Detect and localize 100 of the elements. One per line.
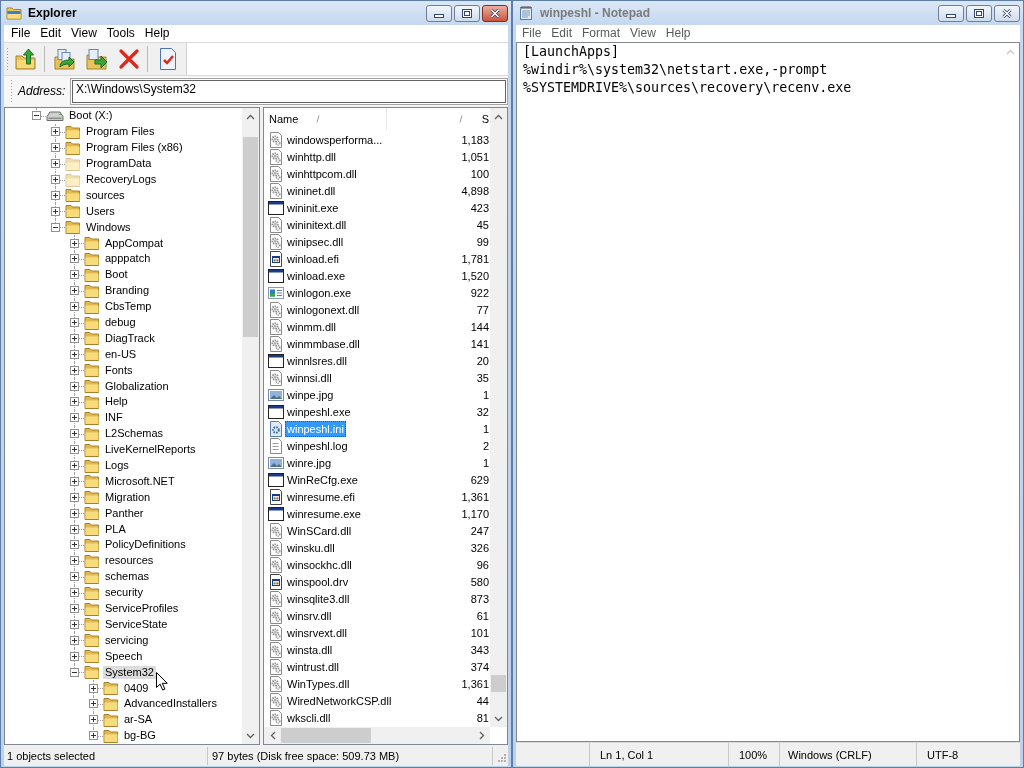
tree-item[interactable]: CbsTemp — [103, 300, 154, 314]
maximize-button[interactable] — [966, 4, 992, 22]
file-name[interactable]: winmmbase.dll — [285, 335, 362, 352]
expand-icon[interactable] — [70, 556, 79, 566]
file-name[interactable]: wininit.exe — [285, 199, 341, 216]
expand-icon[interactable] — [70, 445, 79, 455]
minimize-button[interactable] — [426, 4, 452, 22]
file-name[interactable]: wintrust.dll — [285, 658, 341, 675]
expand-icon[interactable] — [70, 635, 79, 645]
expand-icon[interactable] — [51, 143, 60, 153]
tree-item[interactable]: Speech — [103, 649, 145, 663]
file-name[interactable]: WinTypes.dll — [285, 675, 352, 692]
tree-item[interactable]: Logs — [103, 459, 131, 473]
file-name[interactable]: winresume.exe — [285, 505, 363, 522]
expand-icon[interactable] — [70, 254, 79, 264]
tree-item[interactable]: Branding — [103, 284, 152, 298]
close-button[interactable] — [994, 4, 1020, 22]
expand-icon[interactable] — [70, 604, 79, 614]
tree-item[interactable]: Migration — [103, 490, 153, 504]
scroll-thumb[interactable] — [281, 728, 371, 743]
expand-icon[interactable] — [70, 270, 79, 280]
scroll-up-icon[interactable] — [494, 114, 503, 120]
resize-grip-icon[interactable] — [496, 753, 506, 764]
expand-icon[interactable] — [70, 286, 79, 296]
file-name[interactable]: winsockhc.dll — [285, 556, 354, 573]
menu-item[interactable]: View — [625, 25, 661, 42]
scroll-up-icon[interactable] — [246, 114, 255, 120]
tree-item[interactable]: ServiceState — [103, 617, 170, 631]
expand-icon[interactable] — [89, 715, 98, 725]
tree-item[interactable]: bg-BG — [122, 729, 158, 743]
scroll-left-icon[interactable] — [270, 731, 276, 740]
file-name[interactable]: winsrv.dll — [285, 607, 334, 624]
file-name[interactable]: winload.exe — [285, 267, 348, 284]
file-name[interactable]: winpeshl.exe — [285, 403, 353, 420]
file-name[interactable]: winipsec.dll — [285, 233, 346, 250]
collapse-icon[interactable] — [70, 667, 79, 677]
grip-icon[interactable] — [6, 47, 9, 71]
expand-icon[interactable] — [89, 699, 98, 709]
grip-icon[interactable] — [10, 79, 13, 103]
file-name[interactable]: winhttpcom.dll — [285, 165, 359, 182]
expand-icon[interactable] — [89, 683, 98, 693]
expand-icon[interactable] — [70, 588, 79, 598]
expand-icon[interactable] — [70, 651, 79, 661]
file-name[interactable]: winsta.dll — [285, 641, 335, 658]
file-name[interactable]: winload.efi — [285, 250, 341, 267]
file-name[interactable]: winmm.dll — [285, 318, 338, 335]
collapse-icon[interactable] — [32, 111, 41, 121]
column-header[interactable]: Name — [264, 108, 387, 130]
tree-item[interactable]: 0409 — [122, 681, 151, 695]
expand-icon[interactable] — [70, 429, 79, 439]
expand-icon[interactable] — [70, 619, 79, 629]
tree-item[interactable]: PLA — [103, 522, 128, 536]
tree-item[interactable]: servicing — [103, 633, 151, 647]
menu-item[interactable]: Format — [577, 25, 626, 42]
tree-item[interactable]: RecoveryLogs — [84, 173, 159, 186]
file-name[interactable]: winhttp.dll — [285, 148, 338, 165]
scroll-thumb[interactable] — [243, 137, 258, 337]
minimize-button[interactable] — [938, 4, 964, 22]
menu-item[interactable]: File — [517, 25, 547, 42]
expand-icon[interactable] — [70, 508, 79, 518]
tree-item[interactable]: schemas — [103, 570, 152, 584]
expand-icon[interactable] — [51, 206, 60, 216]
tree-item[interactable]: PolicyDefinitions — [103, 538, 188, 552]
expand-icon[interactable] — [70, 397, 79, 407]
tree-item[interactable]: INF — [103, 411, 125, 425]
file-name[interactable]: wkscli.dll — [285, 709, 333, 726]
tree-item[interactable]: Program Files (x86) — [84, 141, 185, 155]
tree-item[interactable]: ar-SA — [122, 713, 155, 727]
maximize-button[interactable] — [454, 4, 480, 22]
tree-item[interactable]: System32 — [103, 665, 156, 679]
file-name[interactable]: winsku.dll — [285, 539, 337, 556]
expand-icon[interactable] — [51, 175, 60, 184]
tree-item[interactable]: LiveKernelReports — [103, 443, 198, 457]
tree-item[interactable]: sources — [84, 188, 127, 202]
expand-icon[interactable] — [70, 381, 79, 391]
expand-icon[interactable] — [70, 492, 79, 502]
scroll-down-icon[interactable] — [246, 733, 255, 739]
expand-icon[interactable] — [70, 476, 79, 486]
expand-icon[interactable] — [70, 461, 79, 471]
file-name[interactable]: winlogonext.dll — [285, 301, 362, 318]
expand-icon[interactable] — [70, 238, 79, 248]
file-name[interactable]: winnlsres.dll — [285, 352, 349, 369]
tree-item[interactable]: Program Files — [84, 125, 157, 139]
expand-icon[interactable] — [51, 190, 60, 200]
tree-item[interactable]: ProgramData — [84, 157, 154, 171]
expand-icon[interactable] — [89, 731, 98, 741]
tree-item[interactable]: DiagTrack — [103, 331, 157, 345]
file-name[interactable]: windowsperforma... — [285, 131, 385, 148]
file-name[interactable]: WinReCfg.exe — [285, 471, 360, 488]
tree-item[interactable]: L2Schemas — [103, 427, 166, 441]
file-name[interactable]: winnsi.dll — [285, 369, 334, 386]
expand-icon[interactable] — [70, 349, 79, 359]
file-name[interactable]: winsqlite3.dll — [285, 590, 352, 607]
tree-item[interactable]: debug — [103, 316, 138, 329]
tree-item[interactable]: Boot (X:) — [67, 109, 115, 123]
menu-item[interactable]: Help — [139, 25, 175, 42]
collapse-icon[interactable] — [51, 222, 60, 232]
expand-icon[interactable] — [51, 127, 60, 137]
file-name[interactable]: winlogon.exe — [285, 284, 354, 301]
menu-item[interactable]: Edit — [546, 25, 578, 42]
